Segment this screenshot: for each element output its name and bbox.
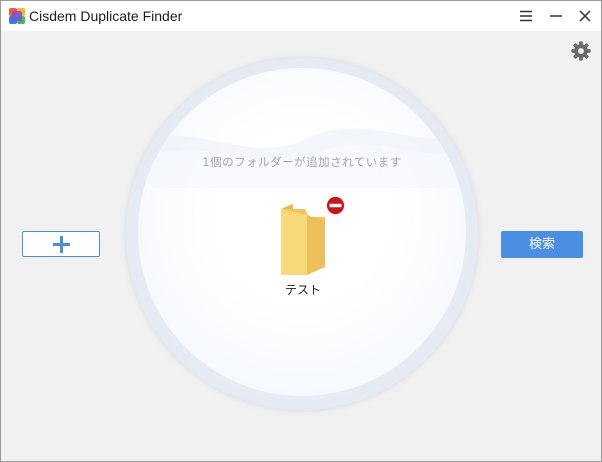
hamburger-menu-button[interactable] (514, 4, 538, 28)
folder-icon (281, 204, 325, 275)
folder-name: テスト (284, 283, 321, 297)
decorative-wave (138, 128, 466, 188)
app-window: Cisdem Duplicate Finder 1個のフォルダーが追加されていま… (0, 0, 602, 462)
settings-button[interactable] (570, 40, 592, 62)
search-button[interactable]: 検索 (501, 231, 583, 258)
minimize-button[interactable] (544, 4, 568, 28)
close-button[interactable] (573, 4, 597, 28)
folder-count-text: 1個のフォルダーが追加されています (202, 155, 402, 169)
window-title: Cisdem Duplicate Finder (29, 8, 183, 24)
minimize-icon (550, 15, 562, 17)
hamburger-menu-icon (520, 10, 532, 22)
plus-icon (53, 236, 70, 253)
title-bar: Cisdem Duplicate Finder (1, 1, 601, 31)
gear-icon (571, 41, 591, 61)
app-logo-icon (9, 8, 25, 24)
close-icon (579, 10, 591, 22)
add-folder-button[interactable] (22, 231, 100, 257)
remove-badge-icon[interactable] (325, 195, 346, 216)
folder-item[interactable]: テスト (263, 195, 346, 307)
